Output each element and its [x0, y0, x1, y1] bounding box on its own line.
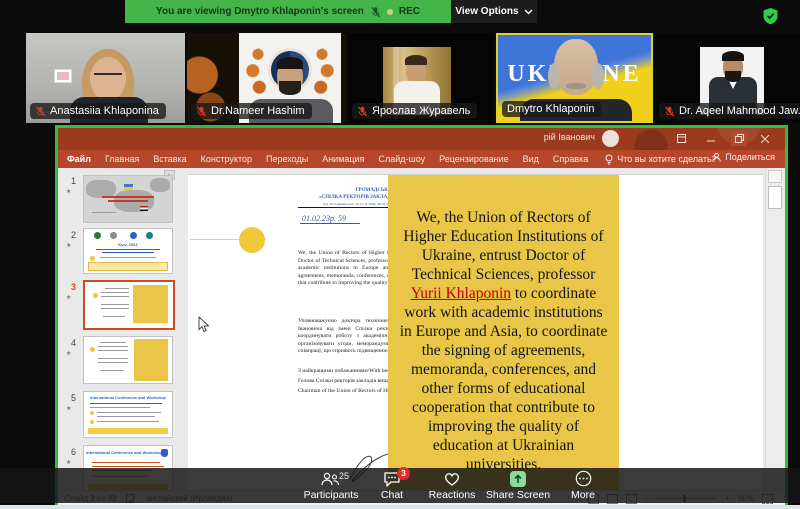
participant-name-tag: Dr.Nameer Hashim [191, 103, 312, 119]
participant-name: Dr. Aqeel Mahmood Jaw... [679, 105, 800, 117]
reactions-button[interactable]: Reactions [414, 470, 490, 502]
badge-icon [161, 449, 168, 457]
scrollbar-top-button[interactable] [768, 170, 782, 183]
animation-star-icon: ★ [66, 188, 71, 195]
highlight-text-part1: We, the Union of Rectors of Higher Educa… [403, 209, 603, 283]
muted-mic-icon [35, 106, 46, 117]
participant-name: Dmytro Khlaponin [507, 103, 594, 115]
video-tile-anastasiia[interactable]: Anastasiia Khlaponina [26, 33, 185, 123]
highlight-text-part2: to coordinate work with academic institu… [400, 285, 607, 473]
security-shield-icon[interactable] [762, 7, 779, 30]
tab-file[interactable]: Файл [67, 154, 91, 164]
scrollbar-thumb[interactable] [768, 186, 782, 209]
slide-number: 6 [60, 447, 76, 457]
close-button[interactable] [757, 131, 773, 146]
timeline-yellow-dot[interactable] [239, 227, 265, 253]
account-user-name: рій Іванович [544, 132, 595, 142]
participant-name-tag: Anastasiia Khlaponina [30, 103, 166, 119]
minimize-button[interactable] [703, 131, 719, 146]
viewing-banner: You are viewing Dmytro Khlaponin's scree… [125, 0, 451, 23]
restore-button[interactable] [731, 131, 747, 146]
more-ellipsis-icon [575, 470, 592, 487]
thumbnail-title: International Conference and Workshop [86, 395, 170, 400]
lightbulb-icon [605, 154, 613, 165]
rec-label: REC [399, 6, 420, 17]
participant-name: Anastasiia Khlaponina [50, 105, 159, 117]
recording-dot [387, 9, 393, 15]
ribbon-share-button[interactable]: Поделиться [712, 152, 775, 162]
slide-thumbnail-5[interactable]: International Conference and Workshop [83, 391, 173, 438]
animation-star-icon: ★ [66, 242, 71, 249]
shared-screen-region: рій Іванович Файл Главная Вставка Констр… [55, 125, 788, 505]
tell-me-box[interactable]: Что вы хотите сделать? [605, 154, 717, 165]
banner-muted-mic-icon [370, 6, 381, 18]
participant-name-tag: Ярослав Журавель [352, 103, 477, 119]
animation-star-icon: ★ [66, 405, 71, 412]
tab-transitions[interactable]: Переходы [266, 154, 308, 164]
slide-thumbnail-2[interactable]: Kyiv, 2023 [83, 228, 173, 274]
slide-thumbnail-1[interactable] [83, 175, 173, 223]
participant-name: Dr.Nameer Hashim [211, 105, 305, 117]
powerpoint-titlebar: рій Іванович [58, 128, 785, 150]
tab-view[interactable]: Вид [523, 154, 539, 164]
animation-star-icon: ★ [66, 459, 71, 466]
view-options-button[interactable]: View Options [451, 0, 537, 23]
slide-thumbnail-4[interactable] [83, 336, 173, 384]
slide-number: 5 [60, 393, 76, 403]
slide-number: 1 [60, 176, 76, 186]
zoom-meeting-screen: Anastasiia Khlaponina Dr.Nameer Hashim Я… [0, 0, 800, 509]
video-tile-dmytro-active-speaker[interactable]: UKRAINE Dmytro Khlaponin [496, 33, 653, 123]
video-tile-nameer[interactable]: Dr.Nameer Hashim [187, 33, 346, 123]
tell-me-label: Что вы хотите сделать? [617, 154, 717, 164]
tab-slideshow[interactable]: Слайд-шоу [378, 154, 425, 164]
view-options-label: View Options [455, 6, 518, 17]
bottom-edge-strip [0, 505, 800, 509]
zoom-toolbar: 25 Participants 3 Chat Reactions [0, 468, 800, 503]
chevron-down-icon [524, 9, 533, 15]
person-icon [712, 153, 721, 162]
muted-mic-icon [357, 106, 368, 117]
highlight-text-box[interactable]: We, the Union of Rectors of Higher Educa… [388, 175, 619, 491]
thumbnail-title: International Conference and Workshop [86, 450, 162, 455]
video-tile-yaroslav[interactable]: Ярослав Журавель [348, 33, 494, 123]
animation-star-icon: ★ [66, 294, 71, 301]
tab-insert[interactable]: Вставка [153, 154, 186, 164]
reactions-label: Reactions [414, 489, 490, 501]
more-label: More [545, 489, 621, 501]
muted-mic-icon [196, 106, 207, 117]
slide-number-selected: 3 [60, 282, 76, 292]
canvas-scrollbar[interactable] [765, 168, 783, 493]
participants-count: 25 [339, 471, 349, 481]
video-tile-aqeel[interactable]: Dr. Aqeel Mahmood Jaw... [655, 33, 800, 123]
slide-number: 2 [60, 230, 76, 240]
tab-help[interactable]: Справка [553, 154, 588, 164]
share-screen-icon [510, 471, 526, 487]
participant-name: Ярослав Журавель [372, 105, 470, 117]
tab-home[interactable]: Главная [105, 154, 139, 164]
animation-star-icon: ★ [66, 350, 71, 357]
account-avatar[interactable] [602, 130, 619, 147]
ribbon-display-options-button[interactable] [673, 131, 689, 146]
participant-name-tag: Dmytro Khlaponin [502, 101, 601, 117]
tab-review[interactable]: Рецензирование [439, 154, 509, 164]
chat-unread-badge: 3 [397, 467, 410, 480]
slide-thumbnail-3-selected[interactable] [83, 280, 175, 330]
muted-mic-icon [664, 106, 675, 117]
viewing-banner-text: You are viewing Dmytro Khlaponin's scree… [156, 6, 364, 17]
highlight-link-yurii-khlaponin[interactable]: Yurii Khlaponin [411, 285, 511, 302]
participant-name-tag: Dr. Aqeel Mahmood Jaw... [659, 103, 800, 119]
ribbon-tab-bar: Файл Главная Вставка Конструктор Переход… [58, 150, 785, 168]
tab-design[interactable]: Конструктор [201, 154, 252, 164]
more-button[interactable]: More [545, 470, 621, 502]
letter-date-handwritten: 01.02.23р. 59 [300, 214, 360, 224]
ribbon-share-label: Поделиться [725, 152, 775, 162]
slide-number: 4 [60, 338, 76, 348]
mouse-cursor [198, 316, 210, 338]
tab-animations[interactable]: Анимация [322, 154, 364, 164]
heart-icon [443, 471, 461, 487]
slide-thumbnail-panel: 1 ★ 2 ★ Kyiv, 2023 [58, 168, 178, 493]
